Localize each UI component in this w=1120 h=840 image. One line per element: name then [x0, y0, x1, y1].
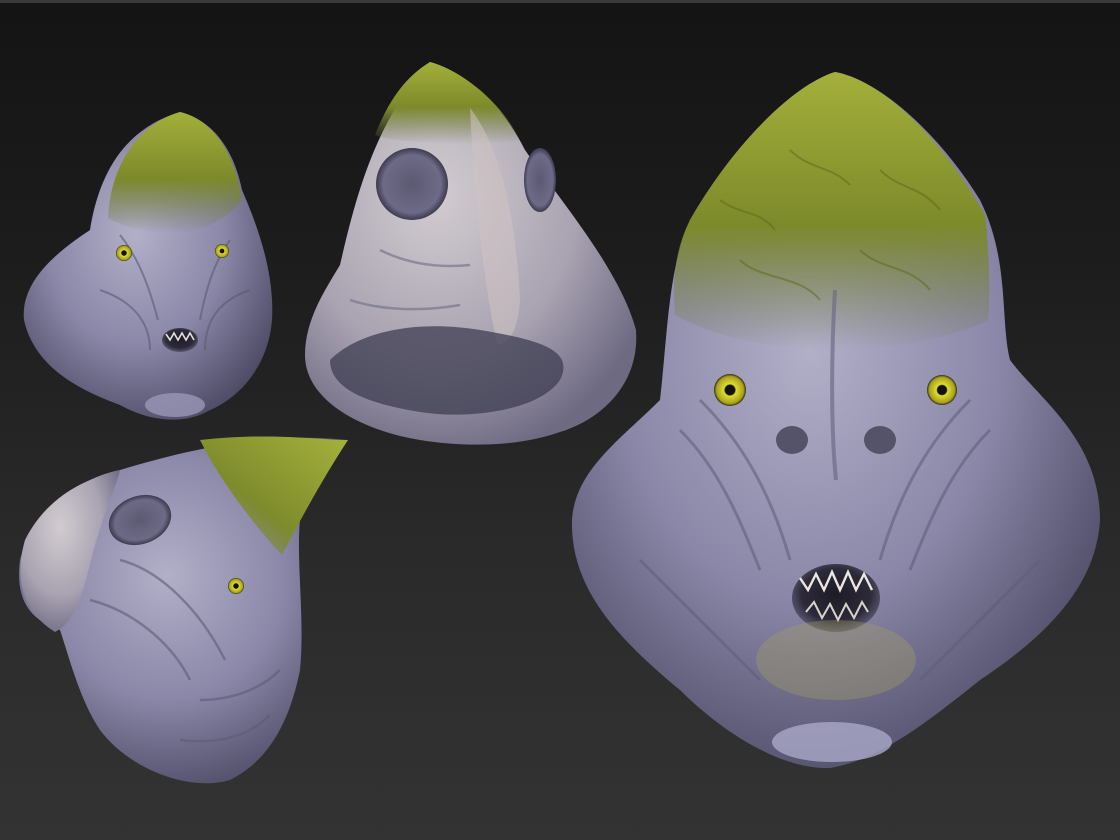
creature-top — [305, 62, 637, 445]
render-canvas — [19, 62, 1100, 784]
creature-front-large — [571, 72, 1100, 769]
creature-side — [19, 436, 349, 784]
eye-icon — [927, 375, 957, 405]
eye-socket — [524, 148, 556, 212]
nostril — [864, 426, 896, 454]
creature-front-small — [23, 112, 273, 420]
mouth — [162, 328, 198, 352]
eye-icon — [215, 244, 229, 258]
eye-icon — [714, 374, 746, 406]
eye-socket — [376, 148, 448, 220]
render-viewport — [0, 0, 1120, 840]
eye-icon — [228, 578, 244, 594]
nostril — [776, 426, 808, 454]
eye-icon — [116, 245, 132, 261]
